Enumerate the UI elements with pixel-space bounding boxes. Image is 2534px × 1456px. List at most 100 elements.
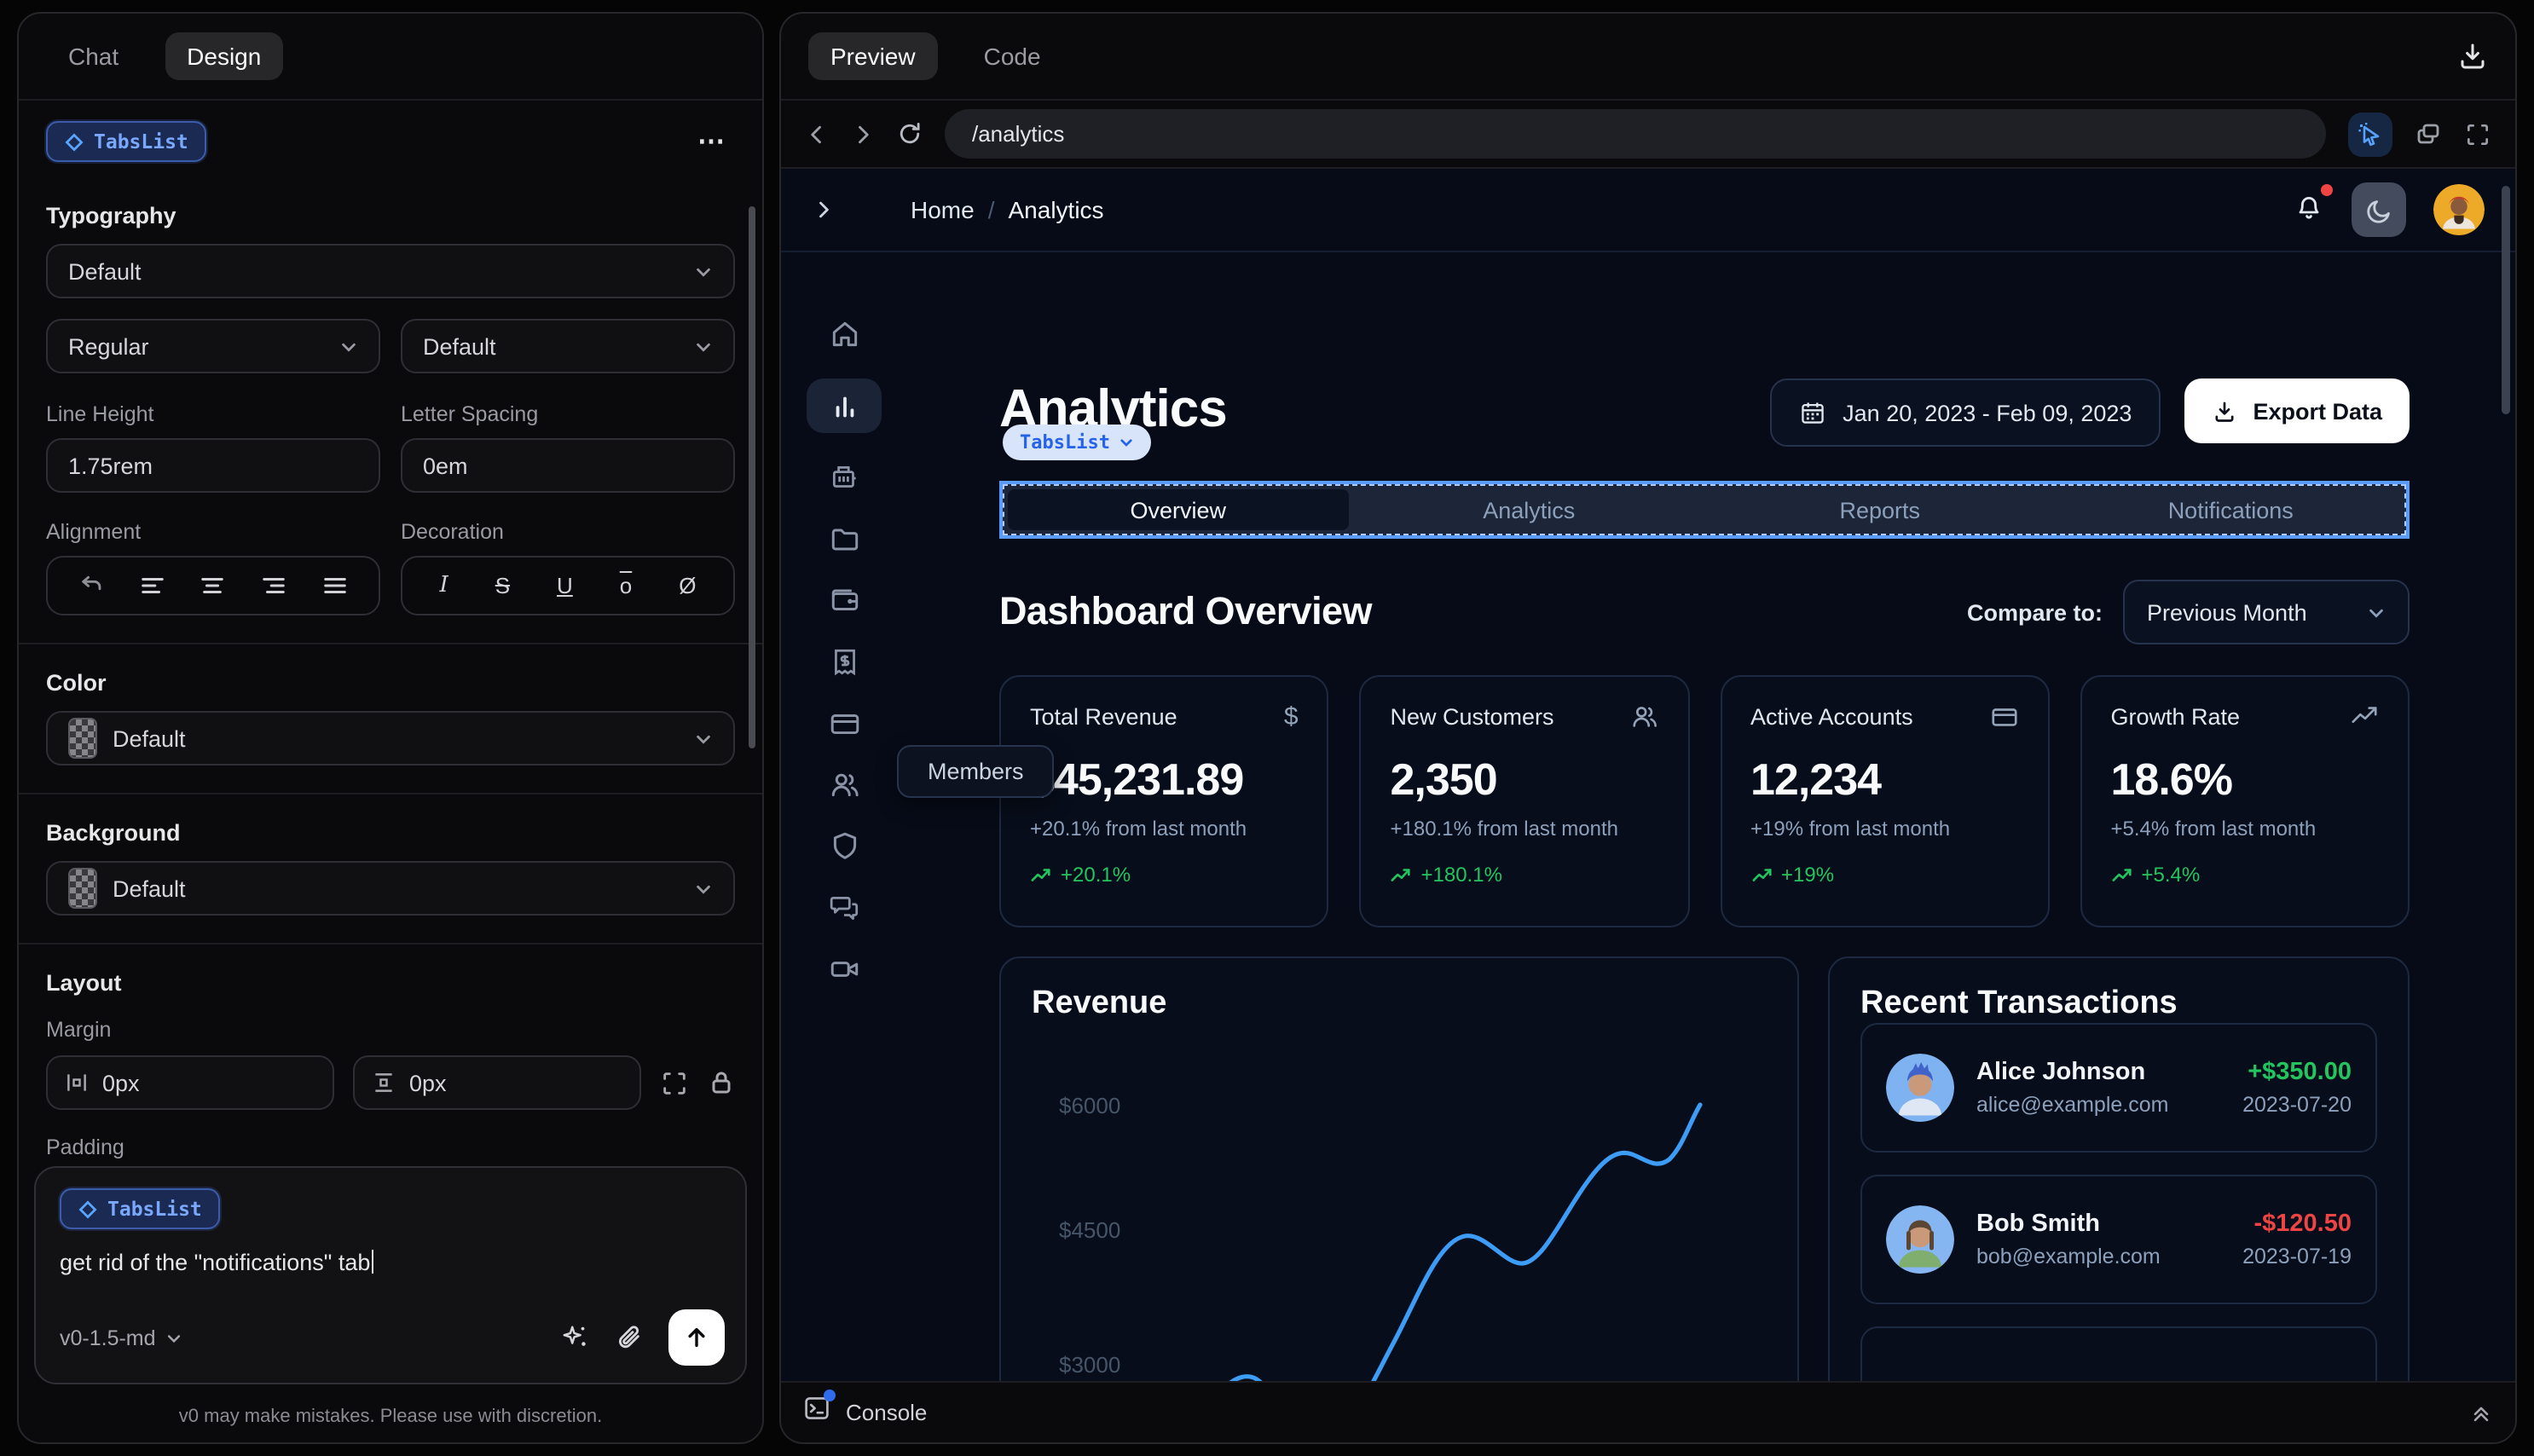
- composer-input[interactable]: get rid of the "notifications" tab: [60, 1250, 721, 1275]
- align-center-icon[interactable]: [200, 573, 226, 598]
- chevron-down-icon: [697, 884, 710, 893]
- font-select[interactable]: Default: [46, 244, 735, 298]
- download-icon[interactable]: [2457, 41, 2488, 72]
- nav-billing[interactable]: [807, 644, 882, 679]
- forward-icon[interactable]: [851, 122, 875, 146]
- date-range-button[interactable]: Jan 20, 2023 - Feb 09, 2023: [1769, 378, 2161, 447]
- tab-reports[interactable]: Reports: [1710, 489, 2051, 530]
- lock-icon[interactable]: [708, 1069, 735, 1096]
- nav-wallet[interactable]: [807, 583, 882, 617]
- overline-icon[interactable]: o: [620, 573, 632, 598]
- tab-design[interactable]: Design: [165, 32, 284, 80]
- nav-home[interactable]: [807, 317, 882, 351]
- cursor-sparkle-icon: [2358, 122, 2380, 146]
- transaction-amount: -$120.50: [2253, 1210, 2352, 1238]
- nav-messages[interactable]: [807, 890, 882, 924]
- font-weight-select[interactable]: Regular: [46, 319, 380, 373]
- tab-code[interactable]: Code: [962, 32, 1063, 80]
- tab-preview[interactable]: Preview: [808, 32, 938, 80]
- stat-title: New Customers: [1390, 704, 1554, 730]
- margin-y-icon: [375, 1073, 392, 1092]
- sidebar-expand-icon[interactable]: [812, 198, 836, 222]
- expand-corners-icon[interactable]: [660, 1068, 689, 1097]
- refresh-icon[interactable]: [897, 121, 923, 147]
- letter-spacing-input[interactable]: 0em: [401, 438, 735, 493]
- bar-chart-icon: [835, 396, 853, 417]
- selection-chip-text: TabsList: [1020, 431, 1110, 454]
- transparent-swatch-icon: [68, 718, 97, 759]
- nav-invoices[interactable]: [807, 460, 882, 494]
- transaction-row[interactable]: Bob Smith bob@example.com -$120.50 2023-…: [1860, 1175, 2377, 1304]
- model-selector[interactable]: v0-1.5-md: [60, 1326, 183, 1349]
- selected-component-chip[interactable]: TabsList: [46, 121, 207, 162]
- margin-x-icon: [67, 1074, 86, 1091]
- undo-icon[interactable]: [79, 573, 105, 598]
- more-options-icon[interactable]: ⋯: [691, 124, 735, 159]
- slashed-zero-icon[interactable]: Ø: [679, 573, 696, 598]
- stat-trend-value: +180.1%: [1420, 863, 1502, 887]
- nav-analytics[interactable]: [807, 378, 882, 433]
- underline-icon[interactable]: U: [557, 573, 573, 598]
- compare-select[interactable]: Previous Month: [2123, 580, 2410, 644]
- preview-scrollbar[interactable]: [2502, 186, 2510, 414]
- nav-files[interactable]: [807, 522, 882, 556]
- user-avatar[interactable]: [2433, 184, 2485, 235]
- transaction-name: Bob Smith: [1976, 1210, 2100, 1238]
- divider: [19, 793, 762, 794]
- sparkles-icon[interactable]: [561, 1323, 590, 1352]
- nav-security[interactable]: [807, 829, 882, 863]
- copy-icon[interactable]: [2415, 120, 2442, 147]
- console-activity-dot: [824, 1390, 836, 1401]
- font-size-value: Default: [423, 333, 496, 359]
- back-icon[interactable]: [805, 122, 829, 146]
- transaction-row[interactable]: Alice Johnson alice@example.com +$350.00…: [1860, 1023, 2377, 1153]
- transaction-email: bob@example.com: [1976, 1245, 2161, 1268]
- nav-members[interactable]: [807, 767, 882, 801]
- align-justify-icon[interactable]: [321, 573, 347, 598]
- inspect-cursor-button[interactable]: [2348, 112, 2392, 156]
- align-left-icon[interactable]: [140, 573, 165, 598]
- avatar-image: [2433, 184, 2485, 235]
- selection-label-chip[interactable]: TabsList: [1003, 425, 1151, 460]
- theme-toggle-button[interactable]: [2352, 182, 2406, 237]
- console-bar[interactable]: Console: [781, 1381, 2515, 1442]
- font-weight-value: Regular: [68, 333, 149, 359]
- chevron-down-icon: [1120, 439, 1132, 447]
- model-name: v0-1.5-md: [60, 1326, 156, 1349]
- letter-spacing-label: Letter Spacing: [401, 402, 539, 426]
- line-height-input[interactable]: 1.75rem: [46, 438, 380, 493]
- breadcrumb-home[interactable]: Home: [911, 196, 975, 223]
- align-right-icon[interactable]: [261, 573, 286, 598]
- send-button[interactable]: [668, 1309, 725, 1366]
- tab-overview[interactable]: Overview: [1008, 489, 1349, 530]
- export-data-button[interactable]: Export Data: [2184, 378, 2410, 443]
- margin-x-input[interactable]: 0px: [46, 1055, 334, 1110]
- transaction-date: 2023-07-19: [2242, 1245, 2352, 1268]
- font-size-select[interactable]: Default: [401, 319, 735, 373]
- notifications-button[interactable]: [2294, 183, 2333, 229]
- tab-notifications[interactable]: Notifications: [2061, 489, 2402, 530]
- strikethrough-icon[interactable]: S: [495, 573, 510, 598]
- app-content: Analytics TabsList Jan 20, 2023 - Feb 09…: [907, 252, 2515, 1381]
- app-header: Home / Analytics: [781, 169, 2515, 252]
- left-panel-tabs: Chat Design: [19, 14, 762, 101]
- panel-scrollbar[interactable]: [749, 206, 755, 748]
- tab-chat[interactable]: Chat: [46, 32, 141, 80]
- composer-component-chip[interactable]: TabsList: [60, 1188, 221, 1229]
- fullscreen-icon[interactable]: [2464, 120, 2491, 147]
- chevrons-up-icon[interactable]: [2469, 1401, 2493, 1424]
- stat-title: Active Accounts: [1750, 704, 1913, 730]
- margin-y-input[interactable]: 0px: [353, 1055, 641, 1110]
- paperclip-icon[interactable]: [616, 1324, 643, 1351]
- url-bar[interactable]: /analytics: [945, 109, 2326, 159]
- tab-analytics[interactable]: Analytics: [1359, 489, 1700, 530]
- italic-icon[interactable]: I: [439, 573, 448, 598]
- stat-trend-value: +19%: [1781, 863, 1835, 887]
- nav-cards[interactable]: [807, 706, 882, 740]
- padding-label: Padding: [46, 1135, 124, 1159]
- color-select[interactable]: Default: [46, 711, 735, 766]
- background-select[interactable]: Default: [46, 861, 735, 916]
- nav-video[interactable]: [807, 951, 882, 985]
- console-label: Console: [846, 1400, 928, 1425]
- chat-composer[interactable]: TabsList get rid of the "notifications" …: [34, 1166, 747, 1384]
